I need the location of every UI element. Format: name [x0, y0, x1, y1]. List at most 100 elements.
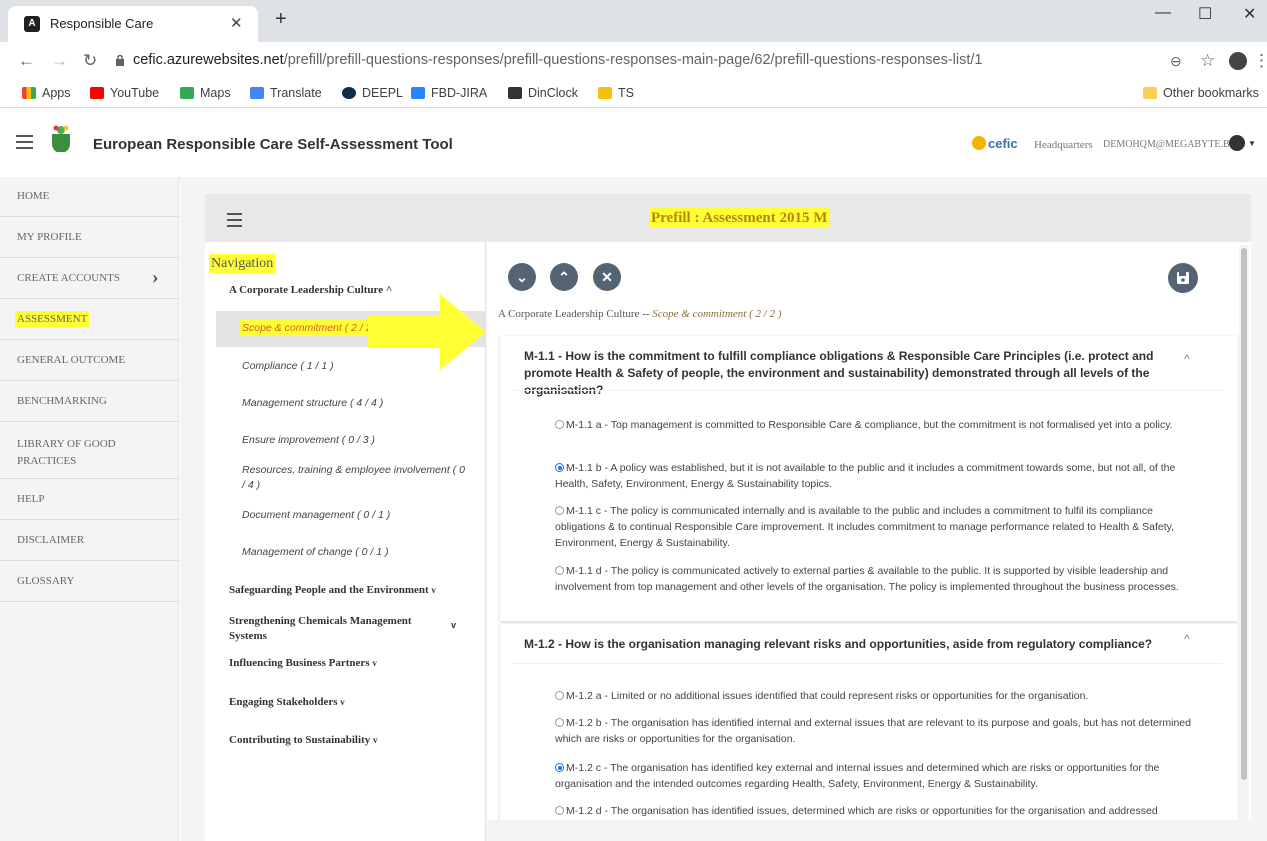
- cefic-flower-icon: [972, 136, 986, 150]
- brand-text: cefic: [988, 136, 1018, 151]
- bookmark-dinclock[interactable]: DinClock: [508, 86, 578, 100]
- folder-icon: [1143, 87, 1157, 99]
- new-tab-icon[interactable]: +: [275, 8, 287, 31]
- chevron-down-icon[interactable]: v: [451, 620, 456, 630]
- option-code: M-1.1 a: [566, 419, 602, 431]
- forward-icon[interactable]: →: [51, 51, 68, 71]
- nav-sub-document-management[interactable]: Document management ( 0 / 1 ): [242, 509, 390, 521]
- nav-section-safeguarding-people[interactable]: Safeguarding People and the Environment …: [229, 584, 436, 596]
- sidebar-item-label: HOME: [17, 190, 50, 202]
- save-button[interactable]: [1168, 263, 1198, 293]
- sidebar-item-help[interactable]: HELP: [0, 479, 179, 520]
- bookmark-maps[interactable]: Maps: [180, 86, 231, 100]
- chevron-up-icon[interactable]: ^: [1184, 632, 1190, 646]
- nav-section-sustainability[interactable]: Contributing to Sustainability v: [229, 734, 377, 746]
- chevron-down-icon: v: [431, 585, 436, 595]
- bookmark-label: Apps: [42, 86, 71, 100]
- reload-icon[interactable]: ↻: [83, 51, 97, 71]
- chevron-up-icon[interactable]: ^: [1184, 352, 1190, 366]
- nav-section-business-partners[interactable]: Influencing Business Partners v: [229, 657, 377, 669]
- radio-button-selected[interactable]: [555, 763, 564, 772]
- nav-sub-management-of-change[interactable]: Management of change ( 0 / 1 ): [242, 546, 389, 558]
- minimize-icon[interactable]: —: [1155, 4, 1171, 22]
- chevron-down-icon: v: [340, 697, 345, 707]
- sidebar-item-label: GLOSSARY: [17, 575, 75, 587]
- menu-icon[interactable]: [16, 135, 33, 153]
- bookmark-deepl[interactable]: DEEPL: [342, 86, 403, 100]
- sidebar-item-label: LIBRARY OF GOOD PRACTICES: [17, 438, 116, 467]
- panel-menu-icon[interactable]: [227, 213, 242, 231]
- other-bookmarks[interactable]: Other bookmarks: [1143, 86, 1259, 100]
- nav-sub-resources-training[interactable]: Resources, training & employee involveme…: [242, 463, 470, 493]
- close-button[interactable]: ✕: [593, 263, 621, 291]
- answer-option[interactable]: M-1.2 c - The organisation has identifie…: [555, 760, 1195, 792]
- sidebar-item-label: MY PROFILE: [17, 231, 82, 243]
- option-text: The organisation has identified key exte…: [555, 762, 1160, 790]
- profile-icon[interactable]: [1229, 52, 1247, 70]
- browser-tab[interactable]: A Responsible Care ✕: [8, 6, 258, 42]
- answer-option[interactable]: M-1.1 a - Top management is committed to…: [555, 417, 1195, 433]
- radio-button-selected[interactable]: [555, 463, 564, 472]
- nav-sub-scope-commitment[interactable]: Scope & commitment ( 2 / 2 ): [242, 322, 378, 334]
- app-title: European Responsible Care Self-Assessmen…: [93, 136, 453, 153]
- collapse-all-button[interactable]: ⌃: [550, 263, 578, 291]
- sidebar-item-general-outcome[interactable]: GENERAL OUTCOME: [0, 340, 179, 381]
- bookmark-apps[interactable]: Apps: [22, 86, 71, 100]
- url-field[interactable]: cefic.azurewebsites.net/prefill/prefill-…: [133, 52, 982, 68]
- dinclock-icon: [508, 87, 522, 99]
- bookmark-fbd-jira[interactable]: FBD-JIRA: [411, 86, 487, 100]
- answer-option[interactable]: M-1.2 a - Limited or no additional issue…: [555, 688, 1195, 704]
- answer-option[interactable]: M-1.1 b - A policy was established, but …: [555, 460, 1195, 492]
- sidebar-item-my-profile[interactable]: MY PROFILE: [0, 217, 179, 258]
- navigation-label-text: Navigation: [211, 256, 274, 271]
- radio-button[interactable]: [555, 691, 564, 700]
- radio-button[interactable]: [555, 506, 564, 515]
- url-host: cefic.azurewebsites.net: [133, 52, 284, 68]
- close-window-icon[interactable]: ✕: [1243, 4, 1256, 24]
- radio-button[interactable]: [555, 806, 564, 815]
- close-tab-icon[interactable]: ✕: [230, 14, 243, 32]
- bookmark-label: YouTube: [110, 86, 160, 100]
- question-title[interactable]: M-1.2 - How is the organisation managing…: [524, 636, 1164, 653]
- radio-button[interactable]: [555, 718, 564, 727]
- bookmark-translate[interactable]: Translate: [250, 86, 322, 100]
- answer-option[interactable]: M-1.1 c - The policy is communicated int…: [555, 503, 1195, 551]
- nav-sub-ensure-improvement[interactable]: Ensure improvement ( 0 / 3 ): [242, 434, 375, 446]
- expand-all-button[interactable]: ⌄: [508, 263, 536, 291]
- user-email[interactable]: DEMOHQM@MEGABYTE.BE: [1103, 139, 1236, 150]
- sidebar-item-benchmarking[interactable]: BENCHMARKING: [0, 381, 179, 422]
- option-text: The policy is communicated actively to e…: [555, 565, 1179, 593]
- maximize-icon[interactable]: ☐: [1198, 4, 1212, 24]
- nav-sub-compliance[interactable]: Compliance ( 1 / 1 ): [242, 360, 334, 372]
- zoom-icon[interactable]: ⊖: [1170, 53, 1182, 70]
- sidebar-item-library[interactable]: LIBRARY OF GOOD PRACTICES: [0, 422, 179, 479]
- nav-sub-management-structure[interactable]: Management structure ( 4 / 4 ): [242, 397, 383, 409]
- sidebar-item-glossary[interactable]: GLOSSARY: [0, 561, 179, 602]
- radio-button[interactable]: [555, 566, 564, 575]
- scrollbar-thumb[interactable]: [1241, 248, 1247, 780]
- sidebar-item-create-accounts[interactable]: CREATE ACCOUNTS ›: [0, 258, 179, 299]
- back-icon[interactable]: ←: [18, 51, 35, 71]
- sidebar-item-disclaimer[interactable]: DISCLAIMER: [0, 520, 179, 561]
- answer-option[interactable]: M-1.1 d - The policy is communicated act…: [555, 563, 1195, 595]
- radio-button[interactable]: [555, 420, 564, 429]
- menu-dots-icon[interactable]: ⋮: [1253, 51, 1267, 71]
- answer-option[interactable]: M-1.2 d - The organisation has identifie…: [555, 803, 1195, 819]
- caret-down-icon[interactable]: ▼: [1248, 139, 1256, 148]
- sidebar-item-home[interactable]: HOME: [0, 177, 179, 217]
- nav-section-chemicals-management[interactable]: Strengthening Chemicals Management Syste…: [229, 614, 419, 644]
- bookmark-youtube[interactable]: YouTube: [90, 86, 159, 100]
- option-code: M-1.2 b: [566, 717, 602, 729]
- answer-option[interactable]: M-1.2 b - The organisation has identifie…: [555, 715, 1195, 747]
- nav-section-label: Safeguarding People and the Environment: [229, 584, 429, 596]
- content-bottom-mask: [487, 820, 1251, 841]
- question-title[interactable]: M-1.1 - How is the commitment to fulfill…: [524, 348, 1164, 399]
- nav-section-engaging-stakeholders[interactable]: Engaging Stakeholders v: [229, 696, 345, 708]
- star-icon[interactable]: ☆: [1200, 51, 1215, 71]
- sidebar-item-assessment[interactable]: ASSESSMENT: [0, 299, 179, 340]
- option-code: M-1.1 b: [566, 462, 602, 474]
- bookmark-ts[interactable]: TS: [598, 86, 634, 100]
- bookmark-label: DinClock: [528, 86, 579, 100]
- bookmark-label: Translate: [270, 86, 322, 100]
- user-account-icon[interactable]: [1229, 135, 1245, 151]
